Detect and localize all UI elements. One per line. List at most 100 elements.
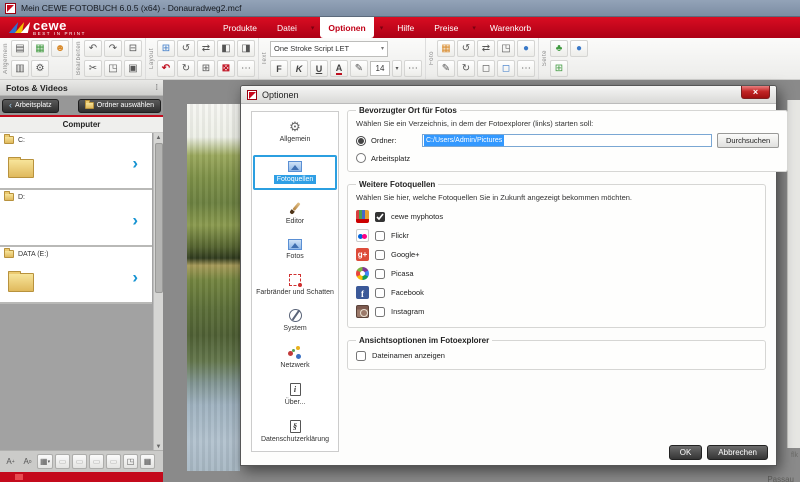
chevron-right-icon[interactable]: ›: [132, 154, 138, 171]
duplicate-image-button[interactable]: ◳: [497, 40, 515, 57]
menu-warenkorb[interactable]: Warenkorb: [482, 17, 539, 38]
menu-datei[interactable]: Datei: [269, 17, 305, 38]
nav-datenschutz[interactable]: § Datenschutzerklärung: [253, 418, 337, 445]
reorder-button[interactable]: ⊞: [197, 60, 215, 77]
workspace-radio-label: Arbeitsplatz: [371, 154, 410, 163]
ok-button[interactable]: OK: [669, 445, 703, 460]
font-color-button[interactable]: A: [330, 60, 348, 77]
dialog-nav: ⚙ Allgemein Fotoquellen Editor Fotos Far…: [251, 111, 339, 452]
undo-button[interactable]: ↶: [84, 40, 102, 57]
font-size-select[interactable]: 14: [370, 61, 390, 76]
map-button[interactable]: ♣: [550, 40, 568, 57]
nav-fotoquellen[interactable]: Fotoquellen: [253, 155, 337, 190]
cancel-button[interactable]: Abbrechen: [707, 445, 768, 460]
globe-button[interactable]: ●: [570, 40, 588, 57]
zoom-in-thumbnails-button[interactable]: A+: [3, 454, 18, 469]
open-project-button[interactable]: ▦: [31, 40, 49, 57]
facebook-checkbox[interactable]: [375, 288, 385, 298]
nav-netzwerk[interactable]: Netzwerk: [253, 344, 337, 371]
settings-button[interactable]: ⚙: [31, 60, 49, 77]
page-left-button[interactable]: ◧: [217, 40, 235, 57]
picasa-checkbox[interactable]: [375, 269, 385, 279]
font-family-select[interactable]: One Stroke Script LET ▾: [270, 41, 388, 57]
delete-page-button[interactable]: ⊠: [217, 60, 235, 77]
workspace-back-button[interactable]: ‹ Arbeitsplatz: [2, 99, 59, 113]
flickr-checkbox[interactable]: [375, 231, 385, 241]
browse-button[interactable]: Durchsuchen: [717, 133, 779, 148]
tree-scrollbar[interactable]: ▲ ▼: [153, 133, 163, 452]
paste-button[interactable]: ▣: [124, 60, 142, 77]
rotate-left-button[interactable]: ↺: [177, 40, 195, 57]
nav-system[interactable]: System: [253, 307, 337, 334]
view-layout-3-button[interactable]: ▭: [89, 454, 104, 469]
nav-allgemein[interactable]: ⚙ Allgemein: [253, 118, 337, 145]
page-layout-button[interactable]: ⊞: [550, 60, 568, 77]
splitter-grip-icon[interactable]: ⁞: [155, 83, 157, 92]
flip-button[interactable]: ⇄: [197, 40, 215, 57]
show-info-button[interactable]: ▦: [140, 454, 155, 469]
redo-button[interactable]: ↷: [104, 40, 122, 57]
more-layout-button[interactable]: ⋯: [237, 60, 255, 77]
folder-radio[interactable]: [356, 136, 366, 146]
show-filenames-checkbox[interactable]: [356, 351, 366, 361]
drive-item-c[interactable]: C: ›: [0, 133, 152, 190]
menu-items: Produkte Datei ▾ Optionen ▾ Hilfe Preise…: [215, 17, 539, 38]
google-plus-checkbox[interactable]: [375, 250, 385, 260]
save-as-button[interactable]: ▥: [11, 60, 29, 77]
rotate-left-page-button[interactable]: ↶: [157, 60, 175, 77]
image-frame-button[interactable]: ◻: [477, 60, 495, 77]
source-row-flickr: Flickr: [356, 226, 757, 245]
thumbnail-view-button[interactable]: ▦▾: [37, 454, 53, 469]
choose-folder-button[interactable]: Ordner auswählen: [78, 99, 161, 113]
copy-button[interactable]: ◳: [104, 60, 122, 77]
edit-image-button[interactable]: ✎: [437, 60, 455, 77]
rotate-image-right-button[interactable]: ↻: [457, 60, 475, 77]
rotate-image-left-button[interactable]: ↺: [457, 40, 475, 57]
flip-image-button[interactable]: ⇄: [477, 40, 495, 57]
drive-item-d[interactable]: D: ›: [0, 190, 152, 247]
web-image-button[interactable]: ●: [517, 40, 535, 57]
bold-button[interactable]: F: [270, 60, 288, 77]
cewe-myphotos-checkbox[interactable]: [375, 212, 385, 222]
chevron-down-icon: ▾: [48, 459, 51, 465]
nav-editor[interactable]: Editor: [253, 200, 337, 227]
cut-button[interactable]: ✂: [84, 60, 102, 77]
menu-produkte[interactable]: Produkte: [215, 17, 265, 38]
dialog-title: Optionen: [262, 90, 299, 100]
menu-optionen[interactable]: Optionen: [320, 17, 373, 38]
save-button[interactable]: ▤: [11, 40, 29, 57]
image-border-button[interactable]: ◻: [497, 60, 515, 77]
chevron-right-icon[interactable]: ›: [132, 268, 138, 285]
more-photo-button[interactable]: ⋯: [517, 60, 535, 77]
grid-button[interactable]: ⊞: [157, 40, 175, 57]
view-layout-4-button[interactable]: ▭: [106, 454, 121, 469]
menu-preise[interactable]: Preise: [426, 17, 466, 38]
dialog-close-button[interactable]: ×: [741, 86, 770, 99]
underline-button[interactable]: U: [310, 60, 328, 77]
tree-header: Computer: [0, 117, 163, 133]
preview-page-button[interactable]: ◳: [123, 454, 138, 469]
scrollbar-thumb[interactable]: [155, 143, 163, 293]
view-layout-2-button[interactable]: ▭: [72, 454, 87, 469]
rotate-right-button[interactable]: ↻: [177, 60, 195, 77]
italic-button[interactable]: K: [290, 60, 308, 77]
scroll-up-icon[interactable]: ▲: [154, 133, 163, 143]
drive-item-e[interactable]: DATA (E:) ›: [0, 247, 152, 304]
instagram-checkbox[interactable]: [375, 307, 385, 317]
delete-button[interactable]: ⊟: [124, 40, 142, 57]
chevron-right-icon[interactable]: ›: [132, 211, 138, 228]
zoom-out-thumbnails-button[interactable]: Ao: [20, 454, 35, 469]
pen-color-button[interactable]: ✎: [350, 60, 368, 77]
insert-image-button[interactable]: ▦: [437, 40, 455, 57]
menu-hilfe[interactable]: Hilfe: [389, 17, 422, 38]
folder-path-input[interactable]: C:/Users/Admin/Pictures: [422, 134, 712, 147]
user-account-button[interactable]: ☻: [51, 40, 69, 57]
page-right-button[interactable]: ◨: [237, 40, 255, 57]
nav-fotos[interactable]: Fotos: [253, 237, 337, 262]
nav-ueber[interactable]: i Über...: [253, 381, 337, 408]
font-size-caret[interactable]: ▾: [392, 60, 402, 77]
nav-farbraender[interactable]: Farbränder und Schatten: [253, 272, 337, 298]
view-layout-1-button[interactable]: ▭: [55, 454, 70, 469]
more-text-button[interactable]: ⋯: [404, 60, 422, 77]
workspace-radio[interactable]: [356, 153, 366, 163]
